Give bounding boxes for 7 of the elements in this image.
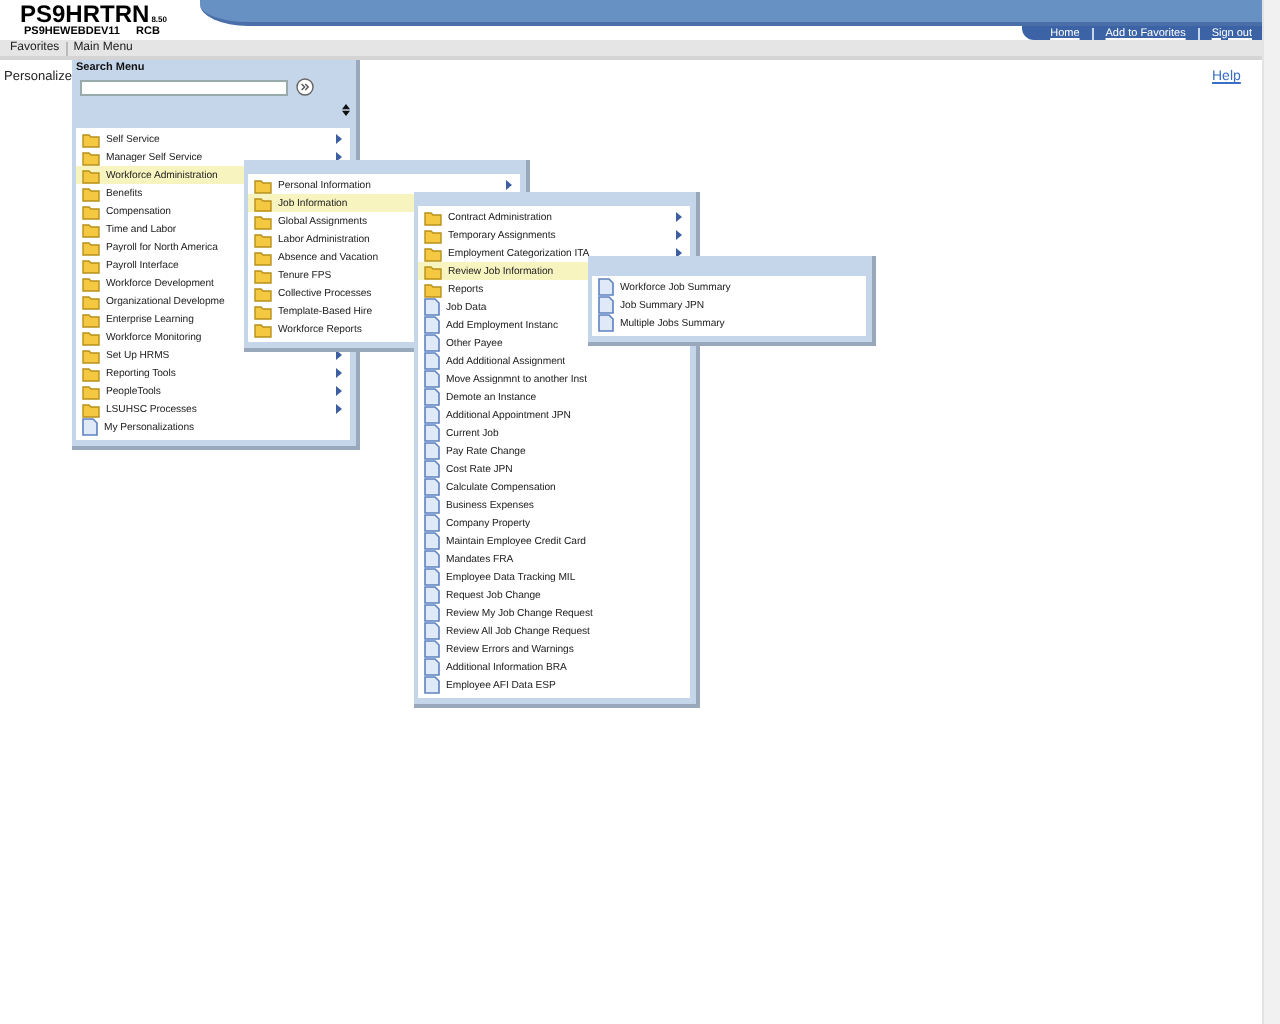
arrow-icon bbox=[506, 180, 512, 190]
scrollbar[interactable] bbox=[1262, 0, 1280, 1024]
document-icon bbox=[82, 418, 98, 436]
sort-icon[interactable] bbox=[342, 104, 350, 116]
go-icon[interactable] bbox=[296, 78, 314, 96]
app-name: PS9HRTRN bbox=[20, 0, 150, 28]
search-field[interactable] bbox=[80, 80, 288, 96]
